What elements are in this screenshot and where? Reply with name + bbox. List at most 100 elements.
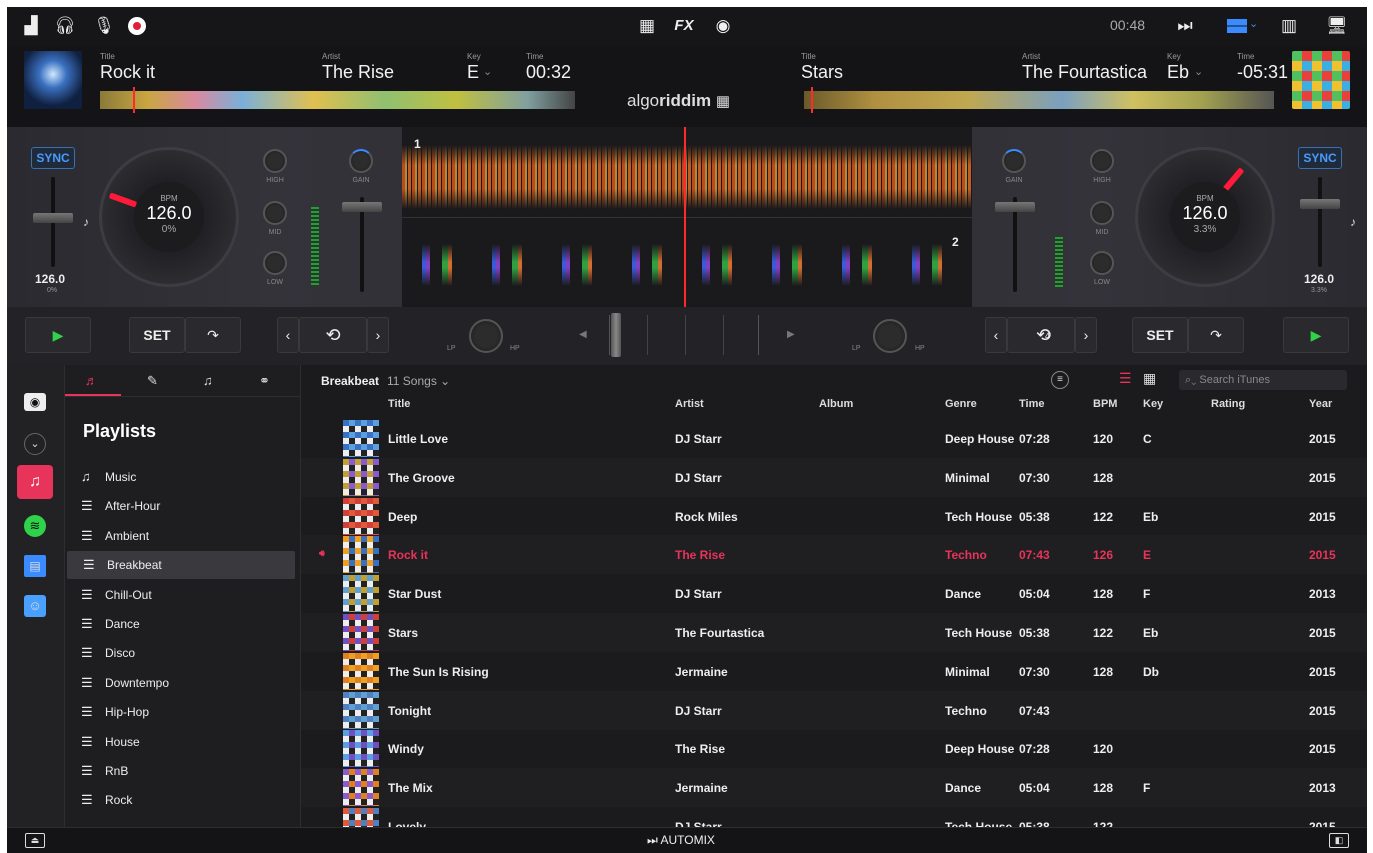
chevron-down-icon[interactable]: ⌄ bbox=[483, 65, 492, 78]
playlist-item[interactable]: ☰ Chill-Out bbox=[65, 581, 297, 609]
playlist-item[interactable]: ☰ House bbox=[65, 728, 297, 756]
videos-source-icon[interactable]: ▤ bbox=[24, 555, 46, 577]
col-year[interactable]: Year bbox=[1309, 398, 1332, 410]
sidebar-toggle-icon[interactable]: ◧ bbox=[1329, 833, 1349, 848]
deck2-loop-button[interactable]: 4⟲ bbox=[1007, 317, 1075, 353]
playlist-item[interactable]: ☰ Breakbeat bbox=[67, 551, 295, 580]
playlists-tab-icon[interactable]: ⚭ bbox=[259, 373, 270, 389]
spotify-source-icon[interactable]: ≋ bbox=[24, 515, 46, 537]
filter-icon[interactable]: ≡ bbox=[1051, 371, 1069, 389]
deck2-high-knob[interactable] bbox=[1090, 149, 1114, 173]
playlist-item[interactable]: ☰ Rock bbox=[65, 786, 297, 814]
deck2-loop-prev-button[interactable]: ‹ bbox=[985, 317, 1007, 353]
breadcrumb-playlist[interactable]: Breakbeat bbox=[321, 374, 379, 388]
table-row[interactable]: Stars The Fourtastica Tech House 05:38 122 Eb… bbox=[301, 613, 1367, 652]
table-row[interactable]: Lovely DJ Starr Tech House 05:38 122 2015 bbox=[301, 807, 1367, 827]
chevron-down-icon[interactable]: ⌄ bbox=[1194, 65, 1203, 78]
equalizer-icon[interactable]: ▟ bbox=[19, 15, 43, 37]
playlist-item[interactable]: ☰ After-Hour bbox=[65, 492, 297, 520]
deck1-loop-button[interactable]: ⟲ bbox=[299, 317, 367, 353]
deck2-low-knob[interactable] bbox=[1090, 251, 1114, 275]
deck2-sync-button[interactable]: SYNC bbox=[1298, 147, 1342, 169]
artists-tab-icon[interactable]: ✎ bbox=[147, 373, 158, 389]
deck2-play-button[interactable]: ▶ bbox=[1283, 317, 1349, 353]
deck2-key[interactable]: Eb bbox=[1167, 62, 1189, 83]
col-key[interactable]: Key bbox=[1143, 398, 1163, 410]
deck1-set-cue-button[interactable]: SET bbox=[129, 317, 185, 353]
record-button[interactable] bbox=[125, 15, 149, 39]
table-row[interactable]: Deep Rock Miles Tech House 05:38 122 Eb 2015 bbox=[301, 497, 1367, 536]
waveform-view[interactable]: 1 2 bbox=[402, 127, 972, 307]
automix-icon[interactable]: ⏭ bbox=[1173, 15, 1197, 37]
col-bpm[interactable]: BPM bbox=[1093, 398, 1117, 410]
automix-button[interactable]: ⏭ AUTOMIX bbox=[647, 833, 715, 848]
deck1-tempo[interactable]: 126.0 bbox=[35, 272, 65, 286]
deck1-high-knob[interactable] bbox=[263, 149, 287, 173]
deck1-play-button[interactable]: ▶ bbox=[25, 317, 91, 353]
deck2-pitch-fader[interactable] bbox=[1300, 199, 1340, 209]
deck1-jump-cue-button[interactable]: ↷ bbox=[185, 317, 241, 353]
playlist-item[interactable]: ☰ Dance bbox=[65, 610, 297, 638]
col-artist[interactable]: Artist bbox=[675, 398, 704, 410]
playlist-item[interactable]: ☰ RnB bbox=[65, 757, 297, 785]
playlist-item[interactable]: ♫ Music bbox=[65, 463, 297, 491]
playlist-item[interactable]: ☰ Downtempo bbox=[65, 669, 297, 697]
deck2-mid-knob[interactable] bbox=[1090, 201, 1114, 225]
fx-button[interactable]: FX bbox=[672, 15, 696, 37]
deck2-gain-knob[interactable] bbox=[1002, 149, 1026, 173]
deck1-channel-fader[interactable] bbox=[342, 202, 382, 212]
table-row[interactable]: Tonight DJ Starr Techno 07:43 2015 bbox=[301, 690, 1367, 730]
list-view-icon[interactable]: ☰ bbox=[1119, 370, 1132, 387]
deck1-low-knob[interactable] bbox=[263, 251, 287, 275]
search-input[interactable]: ⌕⌄ Search iTunes bbox=[1179, 370, 1347, 390]
col-time[interactable]: Time bbox=[1019, 398, 1044, 410]
sampler-icon[interactable]: ◉ bbox=[711, 15, 735, 37]
columns-icon[interactable]: ▥ bbox=[1277, 15, 1301, 37]
deck2-overview-waveform[interactable] bbox=[804, 91, 1274, 109]
deck1-overview-waveform[interactable] bbox=[100, 91, 575, 109]
deck1-loop-prev-button[interactable]: ‹ bbox=[277, 317, 299, 353]
microphone-icon[interactable]: 🎙︎ bbox=[92, 15, 116, 37]
song-count[interactable]: 11 Songs ⌄ bbox=[387, 374, 450, 388]
crossfader-left-arrow[interactable]: ◀ bbox=[579, 329, 587, 340]
grid-icon[interactable]: ▦ bbox=[635, 15, 659, 37]
albums-tab-icon[interactable]: ♫ bbox=[203, 373, 213, 388]
table-row[interactable]: 🔊︎ Rock it The Rise Techno 07:43 126 E 2015 bbox=[301, 535, 1367, 575]
deck2-tempo[interactable]: 126.0 bbox=[1304, 272, 1334, 286]
music-source-icon[interactable]: ◉ bbox=[24, 393, 46, 411]
crossfader-handle[interactable] bbox=[611, 313, 621, 357]
col-genre[interactable]: Genre bbox=[945, 398, 977, 410]
table-row[interactable]: The Sun Is Rising Jermaine Minimal 07:30 128… bbox=[301, 652, 1367, 691]
deck1-sync-button[interactable]: SYNC bbox=[31, 147, 75, 169]
display-icon[interactable]: 🖥︎ bbox=[1325, 15, 1349, 37]
col-album[interactable]: Album bbox=[819, 398, 853, 410]
deck1-gain-knob[interactable] bbox=[349, 149, 373, 173]
headphones-icon[interactable]: 🎧︎ bbox=[53, 15, 77, 37]
chevron-down-icon[interactable]: ⌄ bbox=[1249, 17, 1258, 30]
col-title[interactable]: Title bbox=[388, 398, 410, 410]
col-rating[interactable]: Rating bbox=[1211, 398, 1245, 410]
table-row[interactable]: Windy The Rise Deep House 07:28 120 2015 bbox=[301, 729, 1367, 768]
layout-icon[interactable] bbox=[1227, 19, 1247, 33]
crossfader-right-arrow[interactable]: ▶ bbox=[787, 329, 795, 340]
playlist-item[interactable]: ☰ Hip-Hop bbox=[65, 698, 297, 726]
itunes-source-icon[interactable]: ♫ bbox=[17, 465, 53, 499]
deck1-filter-knob[interactable] bbox=[469, 319, 503, 353]
table-row[interactable]: Star Dust DJ Starr Dance 05:04 128 F 2013 bbox=[301, 574, 1367, 613]
deck2-jump-cue-button[interactable]: ↷ bbox=[1188, 317, 1244, 353]
table-row[interactable]: The Groove DJ Starr Minimal 07:30 128 2015 bbox=[301, 457, 1367, 497]
songs-tab-icon[interactable]: ♬ bbox=[85, 373, 98, 388]
deck1-key[interactable]: E bbox=[467, 62, 479, 83]
table-row[interactable]: Little Love DJ Starr Deep House 07:28 120 C 20… bbox=[301, 419, 1367, 458]
deck2-set-cue-button[interactable]: SET bbox=[1132, 317, 1188, 353]
chevron-down-icon[interactable]: ⌄ bbox=[24, 433, 46, 455]
playlist-item[interactable]: ☰ Disco bbox=[65, 639, 297, 667]
deck1-loop-next-button[interactable]: › bbox=[367, 317, 389, 353]
deck2-filter-knob[interactable] bbox=[873, 319, 907, 353]
table-row[interactable]: The Mix Jermaine Dance 05:04 128 F 2013 bbox=[301, 768, 1367, 808]
deck1-mid-knob[interactable] bbox=[263, 201, 287, 225]
finder-source-icon[interactable]: ☺ bbox=[24, 595, 46, 617]
grid-view-icon[interactable]: ▦ bbox=[1143, 370, 1156, 387]
eject-icon[interactable]: ⏏ bbox=[25, 833, 45, 848]
crossfader-track[interactable] bbox=[609, 315, 759, 355]
